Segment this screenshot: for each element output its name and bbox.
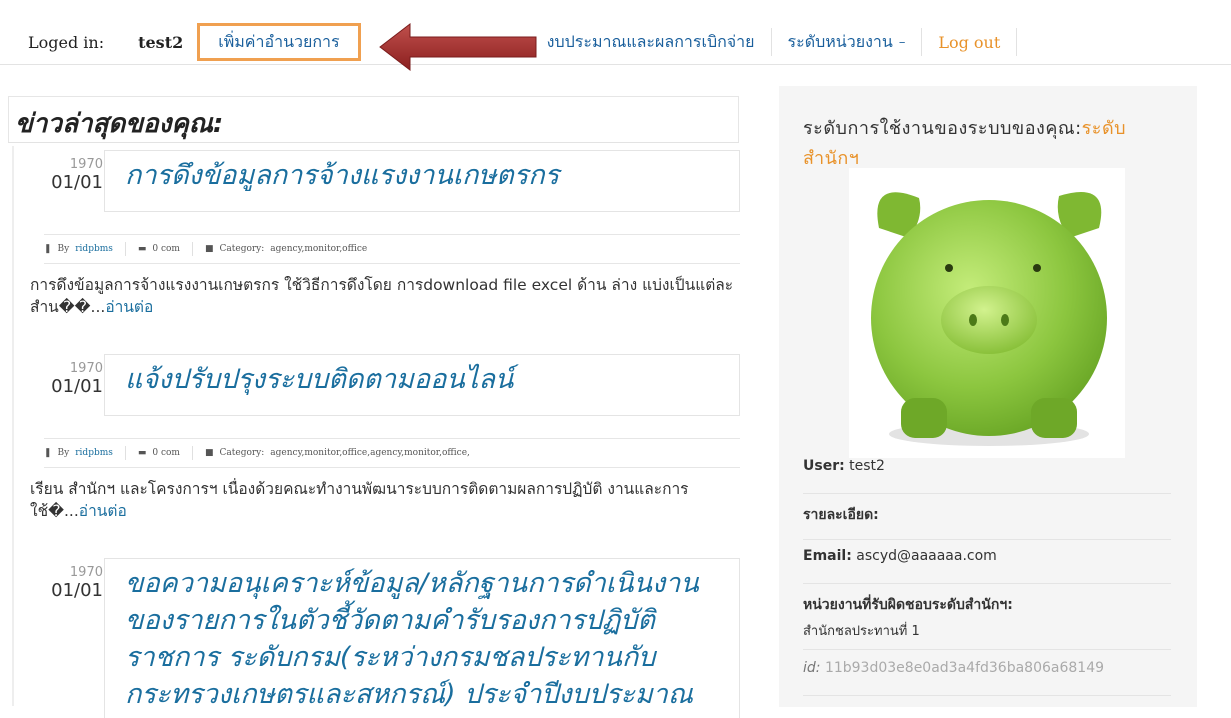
nav-link-budget-label: งบประมาณและผลการเบิกจ่าย <box>546 31 755 51</box>
comment-icon: ▬ <box>137 244 147 254</box>
details-label: รายละเอียด: <box>803 507 879 523</box>
post-author-link[interactable]: ridpbms <box>75 244 113 254</box>
email-label: Email: <box>803 548 852 564</box>
id-row: id: 11b93d03e8e0ad3a4fd36ba806a68149 <box>803 660 1171 696</box>
post-day: 01/01 <box>51 172 103 193</box>
top-navigation-bar: Loged in: test2 เพิ่มค่าอำนวยการ งบประมา… <box>0 0 1231 74</box>
timeline-line <box>12 146 14 706</box>
post-comments[interactable]: 0 com <box>152 448 180 458</box>
user-row: User: test2 <box>803 458 1171 494</box>
news-column: ข่าวล่าสุดของคุณ: 1970 01/01 การดึงข้อมู… <box>8 96 756 718</box>
post-meta: ❚ By ridpbms ▬ 0 com ■ Category: agency,… <box>44 438 740 468</box>
unit-label: หน่วยงานที่รับผิดชอบระดับสำนักฯ: <box>803 597 1013 613</box>
author-icon: ❚ <box>44 244 52 254</box>
post-date: 1970 01/01 <box>33 158 103 194</box>
piggy-bank-icon <box>871 192 1107 446</box>
id-label: id: <box>803 660 821 676</box>
post-day: 01/01 <box>51 376 103 397</box>
post-title[interactable]: แจ้งปรับปรุงระบบติดตามออนไลน์ <box>104 354 740 416</box>
nav-link-unit-level[interactable]: ระดับหน่วยงาน – <box>772 28 923 56</box>
news-heading: ข่าวล่าสุดของคุณ: <box>8 96 739 142</box>
email-value: ascyd@aaaaaa.com <box>856 548 997 564</box>
post-title[interactable]: การดึงข้อมูลการจ้างแรงงานเกษตรกร <box>104 150 740 212</box>
post-year: 1970 <box>69 361 103 376</box>
unit-value: สำนักชลประทานที่ 1 <box>803 624 920 639</box>
meta-divider <box>124 242 126 256</box>
dropdown-caret-icon: – <box>898 34 906 50</box>
post-category-label: Category: <box>219 244 265 254</box>
read-more-link[interactable]: อ่านต่อ <box>79 502 127 520</box>
meta-divider <box>124 446 126 460</box>
post-excerpt: การดึงข้อมูลการจ้างแรงงานเกษตรกร ใช้วิธี… <box>30 274 740 318</box>
meta-divider <box>191 446 193 460</box>
meta-divider <box>191 242 193 256</box>
post-by-label: By <box>57 448 70 458</box>
post-day: 01/01 <box>51 580 103 601</box>
logged-in-username: test2 <box>138 32 184 52</box>
post-excerpt-text: เรียน สำนักฯ และโครงการฯ เนื่องด้วยคณะทำ… <box>30 480 689 520</box>
post-categories: agency,monitor,office <box>270 244 368 254</box>
post-year: 1970 <box>69 157 103 172</box>
topbar-divider <box>0 64 1231 65</box>
folder-icon: ■ <box>204 448 214 458</box>
annotation-arrow-icon <box>379 22 537 72</box>
nav-link-logout[interactable]: Log out <box>922 28 1018 56</box>
post-author-link[interactable]: ridpbms <box>75 448 113 458</box>
id-value: 11b93d03e8e0ad3a4fd36ba806a68149 <box>824 660 1105 676</box>
logged-in-label: Loged in: <box>28 32 105 52</box>
post-category-label: Category: <box>219 448 265 458</box>
nav-link-budget[interactable]: งบประมาณและผลการเบิกจ่าย <box>531 28 772 56</box>
details-row: รายละเอียด: <box>803 504 1171 540</box>
post-year: 1970 <box>69 565 103 580</box>
unit-row: หน่วยงานที่รับผิดชอบระดับสำนักฯ: สำนักชล… <box>803 594 1171 650</box>
post-by-label: By <box>57 244 70 254</box>
user-value: test2 <box>849 458 885 474</box>
user-sidebar: ระดับการใช้งานของระบบของคุณ:ระดับสำนักฯ <box>779 86 1197 707</box>
post-date: 1970 01/01 <box>33 362 103 398</box>
post-excerpt: เรียน สำนักฯ และโครงการฯ เนื่องด้วยคณะทำ… <box>30 478 740 522</box>
read-more-link[interactable]: อ่านต่อ <box>105 298 153 316</box>
post-comments[interactable]: 0 com <box>152 244 180 254</box>
nav-link-add-value[interactable]: เพิ่มค่าอำนวยการ <box>197 23 361 61</box>
access-level-label: ระดับการใช้งานของระบบของคุณ: <box>803 118 1082 139</box>
post-title[interactable]: ขอความอนุเคราะห์ข้อมูล/หลักฐานการดำเนินง… <box>104 558 740 718</box>
access-level: ระดับการใช้งานของระบบของคุณ:ระดับสำนักฯ <box>803 114 1143 174</box>
folder-icon: ■ <box>204 244 214 254</box>
news-heading-divider <box>8 142 739 143</box>
email-row: Email: ascyd@aaaaaa.com <box>803 548 1171 584</box>
piggy-bank-image <box>849 168 1125 458</box>
post-categories: agency,monitor,office,agency,monitor,off… <box>270 448 470 458</box>
user-label: User: <box>803 458 845 474</box>
nav-link-unit-level-label: ระดับหน่วยงาน <box>787 31 893 51</box>
comment-icon: ▬ <box>137 448 147 458</box>
post-meta: ❚ By ridpbms ▬ 0 com ■ Category: agency,… <box>44 234 740 264</box>
post-date: 1970 01/01 <box>33 566 103 602</box>
author-icon: ❚ <box>44 448 52 458</box>
